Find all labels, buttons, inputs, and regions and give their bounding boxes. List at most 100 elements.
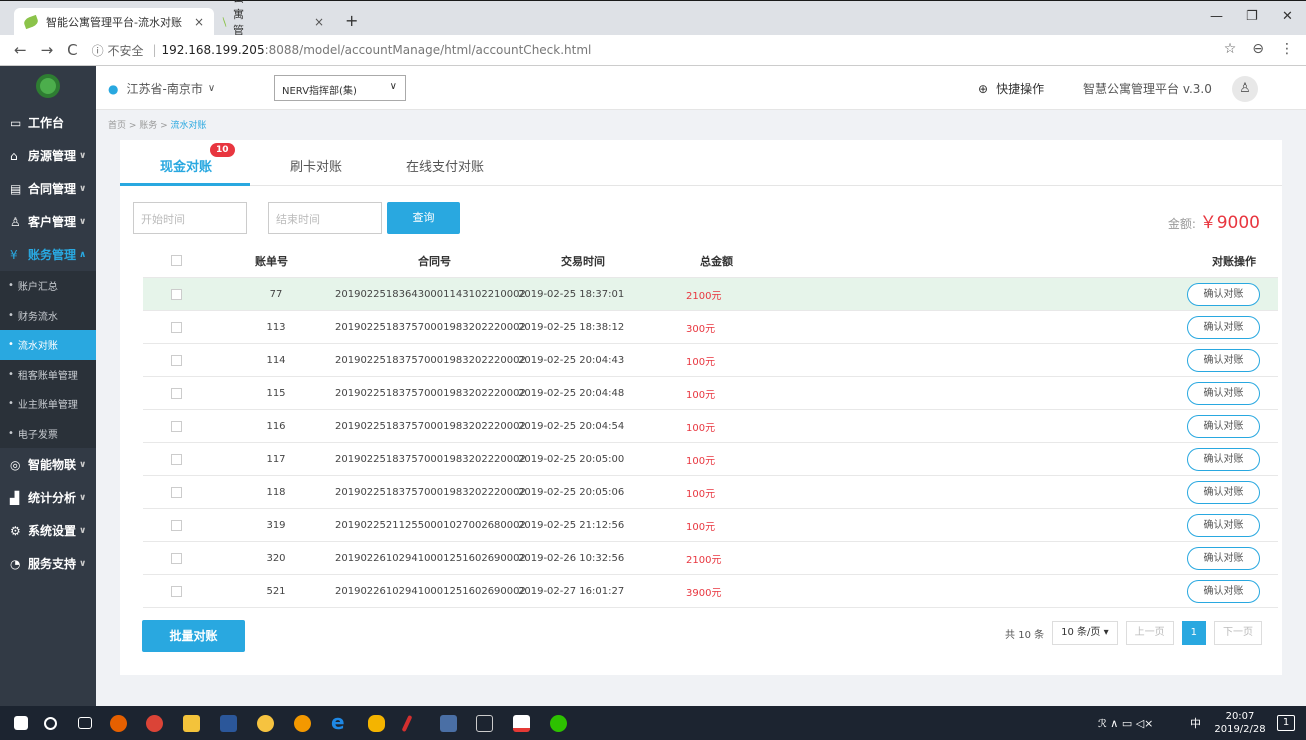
breadcrumb-path[interactable]: 首页 > 账务 > [108, 121, 171, 131]
bill-number: 117 [266, 453, 286, 465]
system-tray-icons[interactable]: ℛ ∧ ▭ ◁× [1098, 717, 1153, 730]
file-explorer-icon[interactable] [183, 715, 200, 732]
page-1-button[interactable]: 1 [1181, 621, 1206, 645]
prev-page-button[interactable]: 上一页 [1125, 621, 1174, 645]
paint-app-icon[interactable] [368, 715, 385, 732]
sidebar-item-stats[interactable]: ▟ 统计分析 ∨ [0, 481, 96, 514]
row-checkbox[interactable] [171, 585, 182, 597]
browser-tab-active[interactable]: 智能公寓管理平台-流水对账 × [14, 8, 214, 36]
sidebar-subitem-invoice[interactable]: • 电子发票 [0, 418, 96, 448]
confirm-reconcile-button[interactable]: 确认对账 [1187, 316, 1260, 339]
sidebar-item-accounts[interactable]: ¥ 账务管理 ∧ [0, 238, 96, 271]
pen-tool-icon[interactable] [401, 714, 413, 733]
sidebar-item-workbench[interactable]: ▭ 工作台 [0, 106, 96, 139]
sidebar-item-housing[interactable]: ⌂ 房源管理 ∨ [0, 139, 96, 172]
sidebar-item-support[interactable]: ◔ 服务支持 ∨ [0, 547, 96, 580]
chrome-icon[interactable] [146, 715, 163, 732]
bookmark-star-icon[interactable]: ☆ [1224, 41, 1237, 57]
row-checkbox[interactable] [171, 552, 182, 564]
row-checkbox[interactable] [171, 486, 182, 498]
ucloud-icon[interactable] [294, 715, 311, 732]
notification-icon[interactable]: 1 [1277, 715, 1295, 731]
confirm-reconcile-button[interactable]: 确认对账 [1187, 481, 1260, 504]
tab-title: 智能公寓管理平台-流水对账 [46, 16, 182, 29]
user-avatar-icon[interactable]: ♙ [1232, 76, 1258, 102]
new-tab-button[interactable]: + [345, 11, 358, 30]
row-checkbox[interactable] [171, 288, 182, 300]
restore-icon[interactable]: ❐ [1246, 9, 1258, 24]
clock-time[interactable]: 20:07 [1210, 710, 1270, 723]
confirm-reconcile-button[interactable]: 确认对账 [1187, 349, 1260, 372]
minimize-icon[interactable]: — [1210, 9, 1223, 24]
chevron-down-icon: ∨ [79, 492, 87, 503]
ie-icon[interactable]: e [331, 710, 348, 734]
row-checkbox[interactable] [171, 453, 182, 465]
row-checkbox[interactable] [171, 387, 182, 399]
task-view-icon[interactable] [78, 717, 92, 729]
browser-tab-strip: 智能公寓管理平台-流水对账 × 智能公寓管理平台 × + — ❐ ✕ [0, 0, 1306, 85]
confirm-reconcile-button[interactable]: 确认对账 [1187, 382, 1260, 405]
transaction-time: 2019-02-25 18:38:12 [518, 321, 625, 333]
sidebar-item-settings[interactable]: ⚙ 系统设置 ∨ [0, 514, 96, 547]
quick-ops-button[interactable]: ⊕ 快捷操作 [978, 80, 1044, 97]
batch-reconcile-button[interactable]: 批量对账 [142, 620, 245, 652]
url-field[interactable]: ⓘ 不安全 | 192.168.199.205 :8088/model/acco… [92, 42, 592, 59]
browser-tab[interactable]: 智能公寓管理平台 × [214, 0, 334, 85]
row-checkbox[interactable] [171, 519, 182, 531]
windows-start-icon[interactable] [14, 716, 28, 730]
wechat-icon[interactable] [550, 715, 567, 732]
screenshot-app-icon[interactable] [440, 715, 457, 732]
sidebar-item-iot[interactable]: ◎ 智能物联 ∨ [0, 448, 96, 481]
table-row: 115 20190225183757000198320222000​2 2019-0… [143, 377, 1278, 410]
security-indicator[interactable]: ⓘ 不安全 [92, 42, 144, 59]
confirm-reconcile-button[interactable]: 确认对账 [1187, 415, 1260, 438]
select-all-checkbox[interactable] [171, 255, 182, 266]
app-logo[interactable] [0, 66, 96, 106]
confirm-reconcile-button[interactable]: 确认对账 [1187, 547, 1260, 570]
sidebar-subitem-tenant-bills[interactable]: • 租客账单管理 [0, 359, 96, 389]
close-window-icon[interactable]: ✕ [1282, 9, 1293, 24]
confirm-reconcile-button[interactable]: 确认对账 [1187, 448, 1260, 471]
reconcile-panel: 现金对账 10 刷卡对账 在线支付对账 开始时间 结束时间 查询 金额: ￥90… [120, 140, 1282, 675]
word-icon[interactable] [220, 715, 237, 732]
transaction-time: 2019-02-25 21:12:56 [518, 519, 625, 531]
reload-icon[interactable]: C [67, 41, 77, 59]
location-selector[interactable]: ● 江苏省-南京市 ∨ [108, 80, 215, 97]
bill-number: 115 [266, 387, 286, 399]
row-checkbox[interactable] [171, 321, 182, 333]
forward-icon[interactable]: → [41, 41, 54, 59]
sidebar-subitem-summary[interactable]: • 账户汇总 [0, 271, 96, 301]
tab-close-icon[interactable]: × [194, 15, 204, 29]
ime-indicator[interactable]: 中 [1190, 717, 1201, 730]
clock-date[interactable]: 2019/2/28 [1210, 723, 1270, 736]
confirm-reconcile-button[interactable]: 确认对账 [1187, 283, 1260, 306]
org-select[interactable]: NERV指挥部(集) ∨ [274, 75, 406, 101]
row-checkbox[interactable] [171, 354, 182, 366]
confirm-reconcile-button[interactable]: 确认对账 [1187, 580, 1260, 603]
sidebar-subitem-reconcile[interactable]: • 流水对账 [0, 330, 96, 360]
browser-app-icon[interactable] [257, 715, 274, 732]
confirm-reconcile-button[interactable]: 确认对账 [1187, 514, 1260, 537]
sidebar-subitem-flow[interactable]: • 财务流水 [0, 300, 96, 330]
firefox-icon[interactable] [110, 715, 127, 732]
tab-cash[interactable]: 现金对账 10 [160, 143, 235, 175]
search-icon[interactable] [44, 717, 57, 730]
start-date-input[interactable]: 开始时间 [133, 202, 247, 234]
qr-code-icon[interactable] [476, 715, 493, 732]
tab-card[interactable]: 刷卡对账 [290, 156, 342, 175]
sidebar-subitem-owner-bills[interactable]: • 业主账单管理 [0, 389, 96, 419]
sidebar-item-customers[interactable]: ♙ 客户管理 ∨ [0, 205, 96, 238]
next-page-button[interactable]: 下一页 [1214, 621, 1262, 645]
end-date-input[interactable]: 结束时间 [268, 202, 382, 234]
org-select-value: NERV指挥部(集) [282, 86, 357, 97]
menu-kebab-icon[interactable]: ⋮ [1280, 41, 1294, 57]
page-size-select[interactable]: 10 条/页 ▾ [1052, 621, 1118, 645]
row-checkbox[interactable] [171, 420, 182, 432]
profile-icon[interactable]: ⊖ [1252, 41, 1264, 57]
sidebar-item-contracts[interactable]: ▤ 合同管理 ∨ [0, 172, 96, 205]
tab-close-icon[interactable]: × [314, 15, 324, 29]
pdf-app-icon[interactable] [513, 715, 530, 732]
query-button[interactable]: 查询 [387, 202, 460, 234]
tab-online[interactable]: 在线支付对账 [406, 156, 484, 175]
back-icon[interactable]: ← [14, 41, 27, 59]
